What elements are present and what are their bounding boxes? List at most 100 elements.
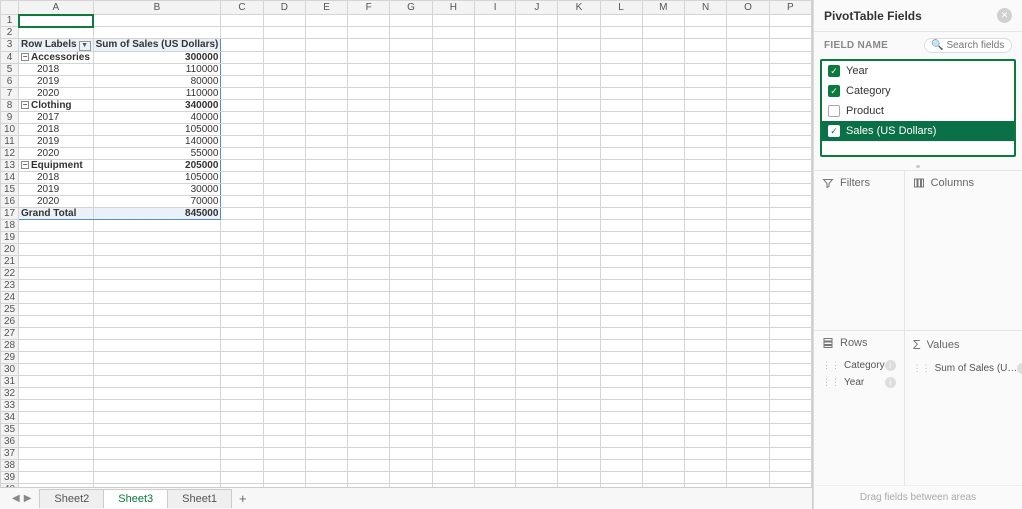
cell-L26[interactable] xyxy=(600,315,642,327)
cell-J33[interactable] xyxy=(516,399,558,411)
cell-J40[interactable] xyxy=(516,483,558,487)
cell-J10[interactable] xyxy=(516,123,558,135)
cell-M17[interactable] xyxy=(642,207,685,219)
row-header-12[interactable]: 12 xyxy=(1,147,19,159)
row-labels-dropdown[interactable]: ▼ xyxy=(79,41,91,51)
cell-O16[interactable] xyxy=(727,195,769,207)
cell-B26[interactable] xyxy=(93,315,221,327)
cell-K10[interactable] xyxy=(558,123,600,135)
cell-P4[interactable] xyxy=(769,51,811,63)
cell-M7[interactable] xyxy=(642,87,685,99)
cell-E20[interactable] xyxy=(305,243,347,255)
cell-M24[interactable] xyxy=(642,291,685,303)
cell-P10[interactable] xyxy=(769,123,811,135)
cell-K15[interactable] xyxy=(558,183,600,195)
cell-P32[interactable] xyxy=(769,387,811,399)
cell-N9[interactable] xyxy=(685,111,727,123)
cell-M30[interactable] xyxy=(642,363,685,375)
cell-H18[interactable] xyxy=(432,219,474,231)
cell-O4[interactable] xyxy=(727,51,769,63)
cell-E39[interactable] xyxy=(305,471,347,483)
cell-K36[interactable] xyxy=(558,435,600,447)
cell-I20[interactable] xyxy=(474,243,515,255)
cell-D9[interactable] xyxy=(263,111,305,123)
row-header-33[interactable]: 33 xyxy=(1,399,19,411)
cell-P5[interactable] xyxy=(769,63,811,75)
cell-A38[interactable] xyxy=(19,459,94,471)
cell-F39[interactable] xyxy=(348,471,390,483)
cell-A39[interactable] xyxy=(19,471,94,483)
cell-O23[interactable] xyxy=(727,279,769,291)
cell-L31[interactable] xyxy=(600,375,642,387)
cell-K16[interactable] xyxy=(558,195,600,207)
cell-O34[interactable] xyxy=(727,411,769,423)
cell-G22[interactable] xyxy=(390,267,432,279)
cell-C16[interactable] xyxy=(221,195,263,207)
cell-C28[interactable] xyxy=(221,339,263,351)
cell-C34[interactable] xyxy=(221,411,263,423)
cell-N15[interactable] xyxy=(685,183,727,195)
cell-L4[interactable] xyxy=(600,51,642,63)
cell-F21[interactable] xyxy=(348,255,390,267)
cell-N5[interactable] xyxy=(685,63,727,75)
cell-K38[interactable] xyxy=(558,459,600,471)
row-header-23[interactable]: 23 xyxy=(1,279,19,291)
cell-B8[interactable]: 340000 xyxy=(93,99,221,111)
col-header-I[interactable]: I xyxy=(474,1,515,15)
row-header-36[interactable]: 36 xyxy=(1,435,19,447)
cell-H22[interactable] xyxy=(432,267,474,279)
cell-H24[interactable] xyxy=(432,291,474,303)
cell-D25[interactable] xyxy=(263,303,305,315)
cell-J1[interactable] xyxy=(516,15,558,27)
cell-B24[interactable] xyxy=(93,291,221,303)
cell-J5[interactable] xyxy=(516,63,558,75)
cell-I22[interactable] xyxy=(474,267,515,279)
cell-J4[interactable] xyxy=(516,51,558,63)
cell-N11[interactable] xyxy=(685,135,727,147)
cell-B21[interactable] xyxy=(93,255,221,267)
cell-D12[interactable] xyxy=(263,147,305,159)
cell-B7[interactable]: 110000 xyxy=(93,87,221,99)
cell-E21[interactable] xyxy=(305,255,347,267)
cell-O14[interactable] xyxy=(727,171,769,183)
cell-L22[interactable] xyxy=(600,267,642,279)
cell-P26[interactable] xyxy=(769,315,811,327)
sheet-tab-sheet3[interactable]: Sheet3 xyxy=(103,489,168,508)
cell-L36[interactable] xyxy=(600,435,642,447)
cell-D7[interactable] xyxy=(263,87,305,99)
cell-D16[interactable] xyxy=(263,195,305,207)
cell-F19[interactable] xyxy=(348,231,390,243)
cell-B3[interactable]: Sum of Sales (US Dollars) xyxy=(93,39,221,52)
col-header-K[interactable]: K xyxy=(558,1,600,15)
cell-O19[interactable] xyxy=(727,231,769,243)
cell-D33[interactable] xyxy=(263,399,305,411)
cell-M22[interactable] xyxy=(642,267,685,279)
row-header-18[interactable]: 18 xyxy=(1,219,19,231)
cell-P9[interactable] xyxy=(769,111,811,123)
cell-E31[interactable] xyxy=(305,375,347,387)
row-header-24[interactable]: 24 xyxy=(1,291,19,303)
cell-O18[interactable] xyxy=(727,219,769,231)
cell-O11[interactable] xyxy=(727,135,769,147)
cell-K13[interactable] xyxy=(558,159,600,171)
cell-M29[interactable] xyxy=(642,351,685,363)
cell-J27[interactable] xyxy=(516,327,558,339)
cell-E23[interactable] xyxy=(305,279,347,291)
row-header-38[interactable]: 38 xyxy=(1,459,19,471)
row-header-35[interactable]: 35 xyxy=(1,423,19,435)
cell-O24[interactable] xyxy=(727,291,769,303)
cell-K26[interactable] xyxy=(558,315,600,327)
cell-M18[interactable] xyxy=(642,219,685,231)
cell-A9[interactable]: 2017 xyxy=(19,111,94,123)
cell-A35[interactable] xyxy=(19,423,94,435)
cell-E8[interactable] xyxy=(305,99,347,111)
cell-N20[interactable] xyxy=(685,243,727,255)
row-header-7[interactable]: 7 xyxy=(1,87,19,99)
cell-I7[interactable] xyxy=(474,87,515,99)
cell-N23[interactable] xyxy=(685,279,727,291)
cell-K24[interactable] xyxy=(558,291,600,303)
cell-L38[interactable] xyxy=(600,459,642,471)
cell-F14[interactable] xyxy=(348,171,390,183)
cell-D11[interactable] xyxy=(263,135,305,147)
cell-N14[interactable] xyxy=(685,171,727,183)
